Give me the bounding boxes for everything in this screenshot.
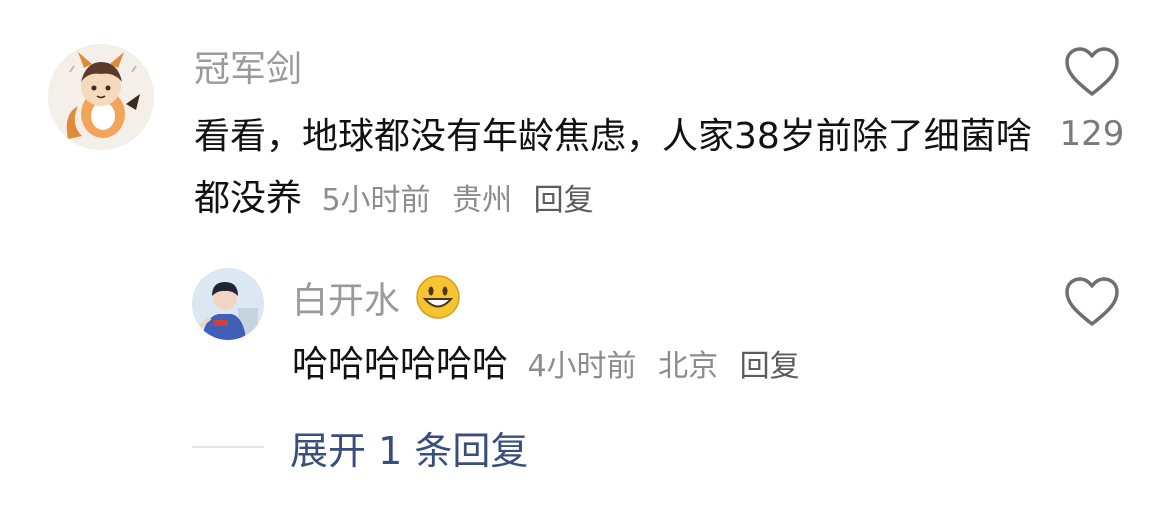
comment-text: 看看，地球都没有年龄焦虑，人家38岁前除了细菌啥都没养	[194, 116, 1032, 219]
grinning-emoji-icon	[415, 274, 461, 331]
reply-meta: 4小时前 北京 回复	[527, 349, 811, 384]
expand-divider	[192, 446, 264, 448]
heart-outline-icon	[1065, 47, 1119, 96]
comment-time: 5小时前	[321, 183, 431, 218]
comment-like-count: 129	[1059, 114, 1125, 154]
comment-like-button[interactable]	[1064, 46, 1120, 98]
comment-reply-button[interactable]: 回复	[534, 183, 594, 218]
comment-location: 贵州	[452, 183, 513, 218]
reply-reply-button[interactable]: 回复	[740, 349, 800, 384]
expand-replies-button[interactable]: 展开 1 条回复	[290, 420, 528, 475]
comment-meta: 5小时前 贵州 回复	[321, 183, 605, 218]
heart-outline-icon	[1065, 277, 1119, 326]
reply-text: 哈哈哈哈哈哈	[292, 344, 509, 385]
fox-character-avatar-icon	[48, 44, 154, 150]
commenter-username[interactable]: 冠军剑	[194, 48, 302, 92]
boy-character-avatar-icon	[192, 268, 264, 340]
reply-location: 北京	[658, 349, 719, 384]
comment-text-block: 看看，地球都没有年龄焦虑，人家38岁前除了细菌啥都没养 5小时前 贵州 回复	[194, 106, 1034, 232]
replier-avatar[interactable]	[192, 268, 264, 340]
reply-text-block: 哈哈哈哈哈哈 4小时前 北京 回复	[292, 334, 1032, 398]
reply-time: 4小时前	[527, 349, 637, 384]
replier-username[interactable]: 白开水	[292, 281, 400, 322]
reply-like-button[interactable]	[1064, 276, 1120, 328]
commenter-avatar[interactable]	[48, 44, 154, 150]
replier-username-row: 白开水	[292, 274, 461, 331]
